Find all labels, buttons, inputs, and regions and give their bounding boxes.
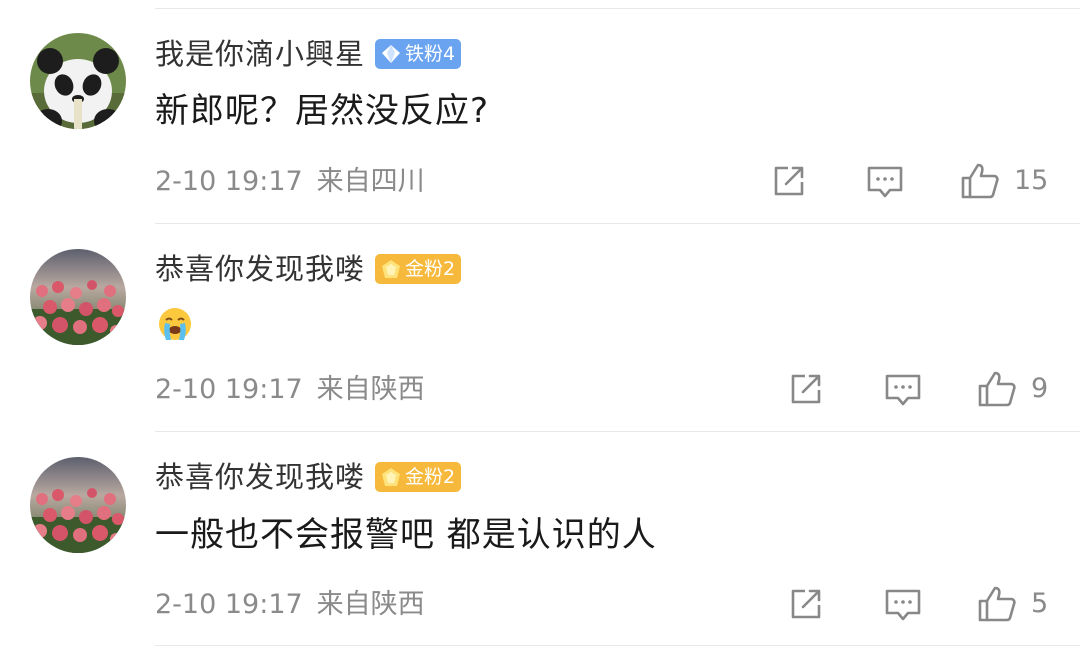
like-count: 15 <box>1014 165 1049 196</box>
comment-time: 2-10 19:17 <box>155 166 303 197</box>
comment-location: 来自陕西 <box>316 374 425 405</box>
share-icon <box>774 166 804 196</box>
share-icon <box>791 589 821 619</box>
like-button[interactable]: 5 <box>977 585 1048 623</box>
thumbs-up-icon <box>978 586 1016 622</box>
tulip-field-avatar-icon <box>30 457 126 553</box>
fan-badge[interactable]: 金粉2 <box>375 462 462 492</box>
like-count: 5 <box>1031 588 1049 619</box>
avatar[interactable] <box>30 457 126 553</box>
comment-time: 2-10 19:17 <box>155 374 303 405</box>
diamond-icon <box>382 45 401 63</box>
comment-text: 新郎呢？居然没反应? <box>155 91 490 131</box>
username[interactable]: 我是你滴小興星 <box>155 34 365 74</box>
comment-meta: 2-10 19:17 来自四川 <box>155 164 425 200</box>
comment-time: 2-10 19:17 <box>155 589 303 620</box>
share-button[interactable] <box>772 164 808 198</box>
username[interactable]: 恭喜你发现我喽 <box>155 457 365 497</box>
gold-gem-icon <box>382 260 401 278</box>
reply-button[interactable] <box>884 373 922 407</box>
username[interactable]: 恭喜你发现我喽 <box>155 249 365 289</box>
comment-icon <box>885 374 921 406</box>
comment-icon <box>867 166 903 198</box>
reply-button[interactable] <box>866 165 904 199</box>
comment-text: 一般也不会报警吧 都是认识的人 <box>155 515 657 555</box>
panda-avatar-icon <box>30 33 126 129</box>
name-row: 恭喜你发现我喽 金粉2 <box>155 457 462 497</box>
avatar[interactable] <box>30 33 126 129</box>
name-row: 我是你滴小興星 铁粉4 <box>155 34 462 74</box>
like-button[interactable]: 9 <box>977 370 1048 408</box>
badge-label: 铁粉4 <box>405 43 456 65</box>
comment-meta: 2-10 19:17 来自陕西 <box>155 372 425 408</box>
comment-divider <box>155 431 1080 432</box>
comment-divider <box>155 645 1080 646</box>
avatar[interactable] <box>30 249 126 345</box>
badge-label: 金粉2 <box>405 258 456 280</box>
comment-location: 来自四川 <box>316 166 425 197</box>
thumbs-up-icon <box>961 163 999 199</box>
tulip-field-avatar-icon <box>30 249 126 345</box>
name-row: 恭喜你发现我喽 金粉2 <box>155 249 462 289</box>
crying-face-emoji <box>157 306 193 342</box>
fan-badge[interactable]: 铁粉4 <box>375 39 462 69</box>
reply-button[interactable] <box>884 588 922 622</box>
top-divider <box>155 8 1080 9</box>
share-button[interactable] <box>789 587 825 621</box>
share-icon <box>791 374 821 404</box>
like-button[interactable]: 15 <box>960 162 1048 200</box>
share-button[interactable] <box>789 372 825 406</box>
fan-badge[interactable]: 金粉2 <box>375 254 462 284</box>
comment-icon <box>885 589 921 621</box>
comment-meta: 2-10 19:17 来自陕西 <box>155 587 425 623</box>
gold-gem-icon <box>382 468 401 486</box>
comment-divider <box>155 223 1080 224</box>
thumbs-up-icon <box>978 371 1016 407</box>
badge-label: 金粉2 <box>405 466 456 488</box>
comment-location: 来自陕西 <box>316 589 425 620</box>
crying-face-icon <box>159 308 191 340</box>
like-count: 9 <box>1031 373 1049 404</box>
